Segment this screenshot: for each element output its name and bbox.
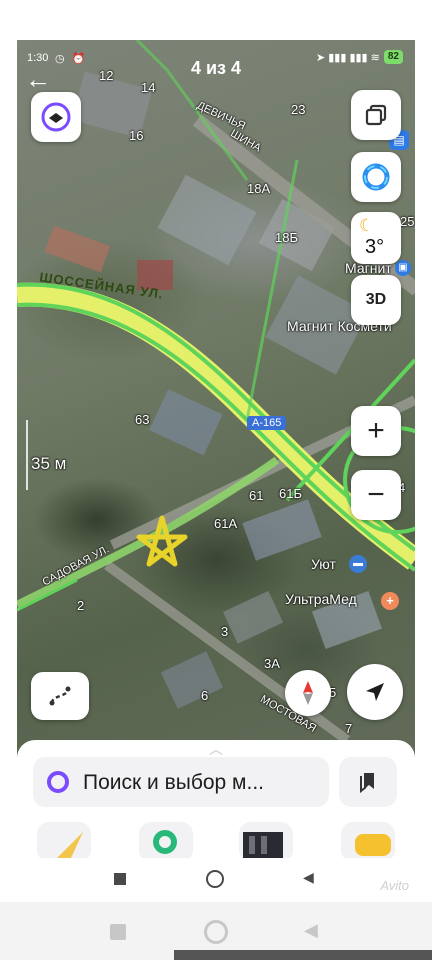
house-number: 18Б [275,230,298,245]
home-icon[interactable] [206,870,224,888]
bottom-edge-bar [174,950,432,960]
back-triangle-icon[interactable]: ◀ [303,869,314,886]
home-icon[interactable] [204,920,228,944]
category-route-tile[interactable] [37,822,91,862]
layers-button[interactable] [31,92,81,142]
image-counter: 4 из 4 [190,58,242,78]
poi-ultramed[interactable]: УльтраМед [285,591,357,607]
zoom-in-button[interactable]: + [351,406,401,456]
3d-button[interactable]: 3D [351,275,401,325]
house-number: 61 [249,488,264,503]
search-bar[interactable]: Поиск и выбор м... [33,757,329,807]
search-placeholder: Поиск и выбор м... [83,771,265,794]
road-sign: А-165 [247,416,287,430]
map-layers-button[interactable] [351,90,401,140]
scale-label: 35 м [31,454,67,473]
hotel-icon[interactable]: ▬ [349,555,367,573]
cinema-icon [243,832,283,858]
alice-button[interactable] [351,152,401,202]
back-triangle-icon[interactable]: ◀ [304,920,318,941]
sheet-handle-icon[interactable]: ︿ [204,742,228,756]
house-number: 2 [77,598,85,613]
category-media-tile[interactable] [239,822,293,862]
house-number: 3А [264,656,280,671]
house-number: 6 [201,688,209,703]
alice-icon[interactable] [47,771,69,793]
house-number: 18А [247,181,271,196]
weather-widget[interactable]: ☾ 3° [351,212,401,264]
house-number: 14 [141,80,156,95]
category-taxi-tile[interactable] [341,822,395,862]
recent-apps-icon[interactable] [110,924,126,940]
phone-nav-bar: ◀ [17,858,415,902]
compass-icon [303,681,313,705]
house-number: 61А [214,516,238,531]
medical-icon[interactable]: + [381,592,399,610]
layers-icon [41,102,71,132]
house-number: 16 [129,128,144,143]
route-icon [49,686,71,706]
poi-uyut[interactable]: Уют [311,556,336,572]
triangle-icon [57,832,83,858]
refresh-icon [153,830,177,854]
house-number: 61Б [279,486,302,501]
avito-watermark: Avito [380,878,409,893]
house-number: 63 [135,412,150,427]
shop-icon[interactable]: ▣ [395,260,411,276]
house-number: 7 [345,721,353,736]
category-transport-tile[interactable] [139,822,193,862]
alice-icon [362,163,390,191]
location-arrow-icon [366,683,384,701]
recent-apps-icon[interactable] [114,873,126,885]
zoom-out-button[interactable]: − [351,470,401,520]
weather-temp: 3° [365,236,385,258]
device-nav-bar: ◀ [0,902,432,960]
route-button[interactable] [31,672,89,720]
house-number: 3 [221,624,229,639]
house-number: 23 [291,102,306,117]
phone-screen: ШОССЕЙНАЯ УЛ. САДОВАЯ УЛ. ДЕВИЧЬЯ ШИНА М… [17,40,415,902]
bookmarks-button[interactable] [339,757,397,807]
bookmark-icon [360,773,374,793]
house-number: 25 [400,214,415,229]
taxi-icon [355,834,391,856]
moon-icon: ☾ [359,216,375,235]
compass-button[interactable] [285,670,331,716]
overlay-squares-icon [365,104,387,126]
map-view[interactable]: ШОССЕЙНАЯ УЛ. САДОВАЯ УЛ. ДЕВИЧЬЯ ШИНА М… [17,40,415,800]
my-location-button[interactable] [347,664,403,720]
